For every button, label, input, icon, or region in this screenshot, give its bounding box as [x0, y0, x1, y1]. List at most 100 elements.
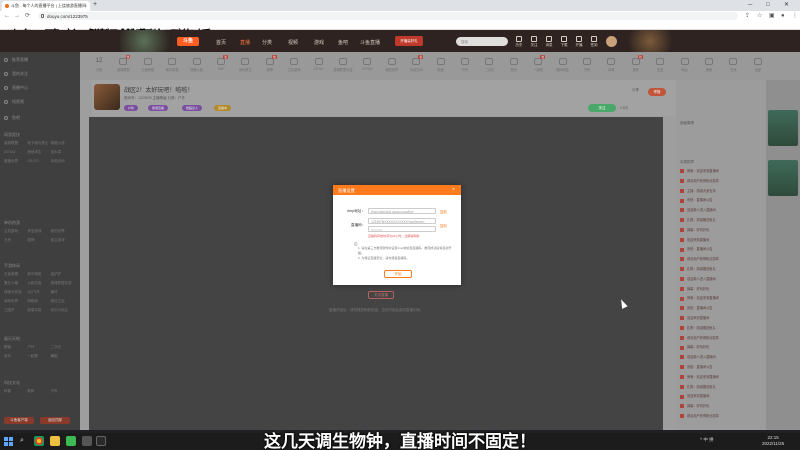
category-item[interactable]: 永劫无间 新: [405, 55, 427, 72]
chat-row[interactable]: 欢迎来到直播间: [680, 315, 762, 321]
category-item[interactable]: CS:GO: [308, 58, 330, 71]
browser-tab[interactable]: 斗鱼 - 每个人的直播平台 | 上饶旅游直播间 ×: [2, 1, 90, 11]
modal-close-icon[interactable]: ×: [452, 186, 455, 194]
douyu-logo[interactable]: 斗鱼: [177, 37, 199, 46]
category-item[interactable]: DNF 新: [210, 55, 232, 71]
close-live-button[interactable]: 关闭直播: [368, 291, 394, 299]
sidebar-grid-item[interactable]: 主机游戏: [4, 229, 27, 234]
sidebar-grid-item[interactable]: 永劫无间: [51, 159, 74, 164]
category-item[interactable]: 电台: [674, 58, 696, 72]
category-item[interactable]: 体育: [600, 58, 622, 72]
sidebar-grid-item[interactable]: 汽车: [51, 389, 74, 394]
nav-category[interactable]: 分类: [262, 39, 272, 46]
ad-card[interactable]: [768, 110, 798, 146]
category-item[interactable]: DOTA2: [356, 58, 378, 71]
ad-card[interactable]: [768, 160, 798, 196]
sidebar-grid-item[interactable]: 金铲铲: [51, 272, 74, 277]
sidebar-grid-item[interactable]: 明日之后: [51, 299, 74, 304]
sidebar-grid-item[interactable]: 原神: [27, 238, 50, 243]
chat-row[interactable]: 欢迎来到直播间: [680, 237, 762, 242]
chat-row[interactable]: 弹幕：好玩好玩: [680, 344, 762, 350]
forward-icon[interactable]: →: [14, 11, 20, 21]
chat-row[interactable]: 主播：感谢大家支持: [680, 188, 762, 193]
chat-row[interactable]: 恭喜用户获得粉丝勋章: [680, 413, 762, 419]
client-download-button[interactable]: 斗鱼客户端: [4, 417, 34, 424]
report-button[interactable]: 举报: [648, 88, 666, 96]
chat-row[interactable]: 系统：直播间公告: [680, 197, 762, 203]
sidebar-grid-item[interactable]: DOTA2: [4, 150, 27, 155]
sidebar-item-shortvideo[interactable]: 短视频: [4, 99, 24, 105]
nav-home[interactable]: 首页: [216, 39, 226, 46]
category-item[interactable]: 交友: [649, 58, 671, 72]
stream-code-mask[interactable]: ••••••••••: [368, 226, 436, 232]
category-item[interactable]: 户外: [454, 58, 476, 72]
chat-row[interactable]: 礼物：感谢赠送鱼丸: [680, 266, 762, 272]
sidebar-grid-item[interactable]: 舞蹈: [51, 354, 74, 359]
category-item[interactable]: 英雄联盟 热: [112, 55, 134, 72]
chat-row[interactable]: 礼物：感谢赠送鱼丸: [680, 217, 762, 223]
stream-code-input[interactable]: 1223975rXXXXXXXXXXX?wsSecret=: [368, 218, 436, 224]
chat-row[interactable]: 欢迎新人进入直播间: [680, 354, 762, 360]
chat-row[interactable]: 弹幕：好玩好玩: [680, 403, 762, 409]
room-tag[interactable]: 户外: [124, 105, 139, 111]
category-item[interactable]: 数码科技: [552, 58, 574, 72]
sidebar-grid-item[interactable]: 怀旧游戏: [27, 229, 50, 234]
reload-icon[interactable]: ⟳: [25, 11, 30, 21]
sidebar-grid-item[interactable]: 部落冲突: [27, 308, 50, 313]
sidebar-grid-item[interactable]: 球球大作战: [4, 290, 27, 295]
sidebar-grid-item[interactable]: CS:GO: [27, 159, 50, 164]
chat-row[interactable]: 欢迎新人进入直播间: [680, 276, 762, 281]
nav-live[interactable]: 直播: [240, 39, 250, 46]
sidebar-grid-item[interactable]: 颜值: [4, 345, 27, 350]
sidebar-grid-item[interactable]: 逆水寒: [51, 150, 74, 155]
copy-rtmp-button[interactable]: 复制: [440, 209, 447, 214]
back-icon[interactable]: ←: [4, 11, 10, 21]
sidebar-grid-item[interactable]: 独立游戏: [51, 238, 74, 243]
chat-row[interactable]: 系统：直播间公告: [680, 364, 762, 370]
category-item[interactable]: 我的世界: [381, 58, 403, 72]
room-tag[interactable]: 直播中: [214, 105, 232, 111]
sidebar-grid-item[interactable]: 王者荣耀: [4, 272, 27, 277]
category-item[interactable]: 更多 新: [625, 55, 647, 72]
sidebar-grid-item[interactable]: 英雄联盟: [4, 141, 27, 146]
chat-row[interactable]: 系统：直播间公告: [680, 246, 762, 252]
rtmp-input[interactable]: rtmp://sendtc3.douyu.com/live: [368, 208, 436, 214]
follow-icon[interactable]: 关注: [529, 36, 539, 48]
sidebar-grid-item[interactable]: QQ飞车: [27, 290, 50, 295]
sidebar-item-follow[interactable]: 我的关注: [4, 71, 28, 77]
chat-row[interactable]: 恭喜用户获得粉丝勋章: [680, 256, 762, 262]
sidebar-item-recommend[interactable]: 推荐直播: [4, 57, 28, 63]
category-item[interactable]: 12 分类: [88, 58, 110, 72]
sidebar-grid-item[interactable]: 迷你世界: [4, 299, 27, 304]
chat-row[interactable]: 欢迎新人进入直播间: [680, 207, 762, 213]
sidebar-grid-item[interactable]: 欢乐斗地主: [51, 308, 74, 313]
menu-icon[interactable]: ⋮: [792, 12, 798, 20]
share-button[interactable]: 分享: [632, 88, 639, 93]
sidebar-grid-item[interactable]: 和平精英: [27, 272, 50, 277]
chat-row[interactable]: 系统：直播间公告: [680, 305, 762, 311]
chat-row[interactable]: 恭喜用户获得粉丝勋章: [680, 178, 762, 183]
streamer-avatar[interactable]: [94, 84, 120, 110]
category-item[interactable]: 汽车: [576, 58, 598, 72]
chat-row[interactable]: 礼物：感谢赠送鱼丸: [680, 325, 762, 330]
profile-icon[interactable]: ●: [781, 12, 785, 20]
tab-close-icon[interactable]: ×: [85, 3, 87, 8]
sidebar-grid-item[interactable]: 阴阳师: [27, 299, 50, 304]
nav-video[interactable]: 视频: [288, 39, 298, 46]
checkin-icon[interactable]: 签到: [589, 36, 599, 48]
sidebar-grid-item[interactable]: 地下城与勇士: [27, 141, 50, 146]
star-icon[interactable]: ☆: [757, 12, 762, 20]
category-item[interactable]: 美食: [698, 58, 720, 72]
chat-row[interactable]: 弹幕：好玩好玩: [680, 286, 762, 291]
message-icon[interactable]: 消息: [544, 36, 554, 48]
category-item[interactable]: 文化: [722, 58, 744, 72]
download-icon[interactable]: 下载: [559, 36, 569, 48]
chat-row[interactable]: 房管：欢迎来到直播间: [680, 374, 762, 379]
sidebar-item-center[interactable]: 直播中心: [4, 85, 28, 91]
new-tab-button[interactable]: +: [93, 1, 97, 9]
category-item[interactable]: 英雄联盟手游: [332, 58, 354, 72]
chat-row[interactable]: 房管：欢迎来到直播间: [680, 168, 762, 174]
avatar[interactable]: [606, 36, 617, 47]
category-item[interactable]: 绝地求生: [234, 58, 256, 72]
nav-fishbar[interactable]: 鱼吧: [338, 39, 348, 46]
